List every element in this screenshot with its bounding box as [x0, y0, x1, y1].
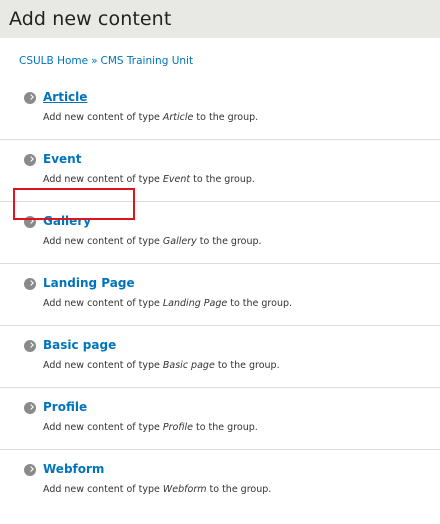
content-type-list: Article Add new content of type Article …	[0, 78, 440, 512]
arrow-right-icon	[24, 92, 36, 104]
content-type-item-landing-page: Landing Page Add new content of type Lan…	[0, 264, 440, 326]
page-header: Add new content	[0, 0, 440, 38]
arrow-right-icon	[24, 278, 36, 290]
breadcrumb-unit-link[interactable]: CMS Training Unit	[101, 55, 194, 67]
content-type-item-basic-page: Basic page Add new content of type Basic…	[0, 326, 440, 388]
breadcrumb-separator: »	[91, 55, 98, 67]
add-landing-page-link[interactable]: Landing Page	[43, 275, 135, 291]
arrow-right-icon	[24, 216, 36, 228]
breadcrumb: CSULB Home» CMS Training Unit	[19, 54, 193, 68]
add-profile-link[interactable]: Profile	[43, 399, 87, 415]
add-event-link[interactable]: Event	[43, 151, 81, 167]
arrow-right-icon	[24, 464, 36, 476]
arrow-right-icon	[24, 154, 36, 166]
content-type-item-event: Event Add new content of type Event to t…	[0, 140, 440, 202]
add-basic-page-link[interactable]: Basic page	[43, 337, 116, 353]
content-type-item-webform: Webform Add new content of type Webform …	[0, 450, 440, 512]
arrow-right-icon	[24, 402, 36, 414]
content-type-description: Add new content of type Profile to the g…	[43, 422, 258, 433]
content-type-item-gallery: Gallery Add new content of type Gallery …	[0, 202, 440, 264]
arrow-right-icon	[24, 340, 36, 352]
content-type-description: Add new content of type Webform to the g…	[43, 484, 272, 495]
content-type-description: Add new content of type Gallery to the g…	[43, 236, 262, 247]
content-type-item-profile: Profile Add new content of type Profile …	[0, 388, 440, 450]
add-webform-link[interactable]: Webform	[43, 461, 104, 477]
content-type-description: Add new content of type Article to the g…	[43, 112, 259, 123]
content-type-description: Add new content of type Event to the gro…	[43, 174, 255, 185]
content-type-item-article: Article Add new content of type Article …	[0, 78, 440, 140]
breadcrumb-home-link[interactable]: CSULB Home	[19, 55, 88, 67]
content-type-description: Add new content of type Basic page to th…	[43, 360, 280, 371]
add-article-link[interactable]: Article	[43, 89, 87, 105]
page-title: Add new content	[9, 8, 172, 30]
content-type-description: Add new content of type Landing Page to …	[43, 298, 293, 309]
add-gallery-link[interactable]: Gallery	[43, 213, 91, 229]
